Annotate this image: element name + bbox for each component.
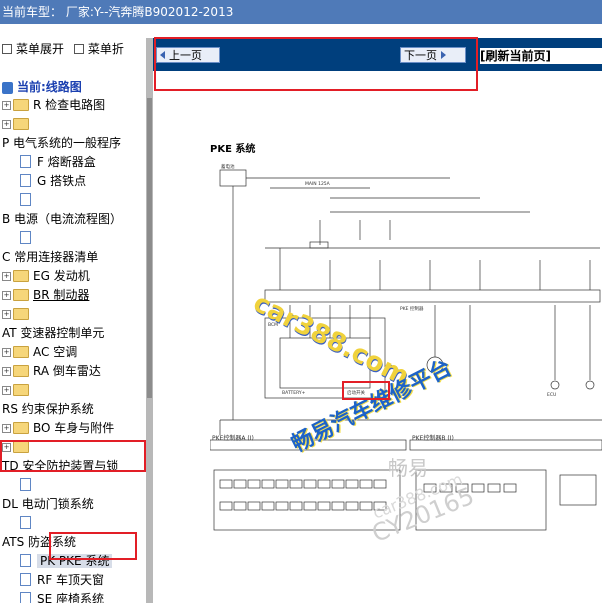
tree-node-label: G 搭铁点 [37,174,87,188]
collapse-menu-button[interactable]: 菜单折 [73,38,124,60]
tree-node[interactable]: + EG 发动机 [2,267,90,285]
tree-node-label: R 检查电路图 [33,98,106,112]
tree-scrollbar[interactable] [146,38,153,603]
tree-node-label: BR 制动器 [33,288,90,302]
page-icon [20,155,31,168]
pke-ecu-label: PKE 控制器 [400,305,424,312]
folder-icon [13,364,29,377]
folder-icon [13,383,29,396]
page-icon [20,573,31,586]
tree-node[interactable] [20,514,37,532]
folder-icon [13,98,29,111]
tree-node[interactable]: RF 车顶天窗 [20,571,104,589]
connector-a-label: PKE控制器A (I) [212,434,254,442]
tree-node[interactable] [20,229,37,247]
folder-icon [13,269,29,282]
tree-node[interactable]: + BR 制动器 [2,286,89,304]
fuse-box-shape [219,169,247,187]
expand-toggle-icon[interactable]: + [2,386,11,395]
tree-node[interactable]: RS 约束保护系统 [2,400,94,418]
tree-node[interactable]: + BO 车身与附件 [2,419,114,437]
folder-icon [13,307,29,320]
tree-current-label: 当前:线路图 [17,80,82,94]
battery-label: BATTERY+ [282,390,306,396]
tree-current: 当前:线路图 [2,78,82,96]
page-icon [20,516,31,529]
expand-label: 菜单展开 [16,42,65,56]
page-icon [20,231,31,244]
tree-node-label: RF 车顶天窗 [37,573,105,587]
highlight-nav-frame [154,37,478,91]
tree-node[interactable]: B 电源（电流流程图） [2,210,122,228]
main-fuse-label: MAIN 125A [305,181,331,187]
tree-node[interactable]: + [2,305,33,323]
tree-node[interactable] [20,476,37,494]
tree-node-label: C 常用连接器清单 [2,250,99,264]
tree-node[interactable]: G 搭铁点 [20,172,86,190]
window-title: 当前车型： 厂家:Y--汽奔腾B902012-2013 [0,0,602,24]
refresh-link[interactable]: [刷新当前页] [480,48,602,64]
expand-toggle-icon[interactable]: + [2,367,11,376]
expand-toggle-icon[interactable]: + [2,120,11,129]
tree-node[interactable] [20,191,37,209]
tree-node-label: EG 发动机 [33,269,90,283]
tree-node[interactable]: AT 变速器控制单元 [2,324,104,342]
expand-toggle-icon[interactable]: + [2,101,11,110]
connector-b-label: PKE控制器B (I) [412,434,454,442]
tree-node-label: SE 座椅系统 [37,592,105,603]
folder-icon [13,421,29,434]
tree-node[interactable]: C 常用连接器清单 [2,248,98,266]
expand-toggle-icon[interactable]: + [2,272,11,281]
tree-node[interactable]: + [2,381,33,399]
expand-toggle-icon[interactable]: + [2,424,11,433]
highlight-switch-frame [342,381,390,400]
page-icon [20,592,31,603]
page-icon [20,554,31,567]
folder-icon [13,117,29,130]
scroll-thumb[interactable] [147,98,152,398]
page-icon [20,193,31,206]
watermark-changyi: 畅易 [388,456,428,480]
tree-node[interactable]: + [2,115,33,133]
tree-toolbar: 菜单展开 菜单折 [0,38,146,60]
tree-node-label: AC 空调 [33,345,78,359]
computer-icon [2,81,13,94]
expand-menu-button[interactable]: 菜单展开 [2,38,64,60]
ecu-label: ECU [547,392,556,398]
highlight-td-frame [0,440,146,472]
tree-node-label: DL 电动门锁系统 [2,497,94,511]
tree-node-label: BO 车身与附件 [33,421,115,435]
tree-node-label: RA 倒车雷达 [33,364,101,378]
tree-node-label: P 电气系统的一般程序 [2,136,122,150]
tree-node[interactable]: + R 检查电路图 [2,96,105,114]
highlight-pke-frame [49,532,137,560]
expand-icon [2,43,12,54]
collapse-label: 菜单折 [87,42,124,56]
folder-icon [13,345,29,358]
tree-node[interactable]: + RA 倒车雷达 [2,362,101,380]
tree-node[interactable]: + AC 空调 [2,343,77,361]
page-icon [20,478,31,491]
tree-node-label: AT 变速器控制单元 [2,326,105,340]
page-icon [20,174,31,187]
expand-toggle-icon[interactable]: + [2,310,11,319]
expand-toggle-icon[interactable]: + [2,348,11,357]
tree-node-label: F 熔断器盒 [37,155,96,169]
expand-toggle-icon[interactable]: + [2,291,11,300]
folder-icon [13,288,29,301]
tree-node[interactable]: DL 电动门锁系统 [2,495,94,513]
tree-node-label: B 电源（电流流程图） [2,212,123,226]
tree-pane: 菜单展开 菜单折 当前:线路图 + R 检查电路图 + P 电气系统的一般程序 F 熔断… [0,38,146,603]
tree-node[interactable]: SE 座椅系统 [20,590,104,603]
collapse-icon [73,43,84,54]
fuse-box-label: 蓄电池 [221,163,235,170]
tree-node[interactable]: F 熔断器盒 [20,153,96,171]
tree-node[interactable]: P 电气系统的一般程序 [2,134,121,152]
tree-node-label: RS 约束保护系统 [2,402,94,416]
